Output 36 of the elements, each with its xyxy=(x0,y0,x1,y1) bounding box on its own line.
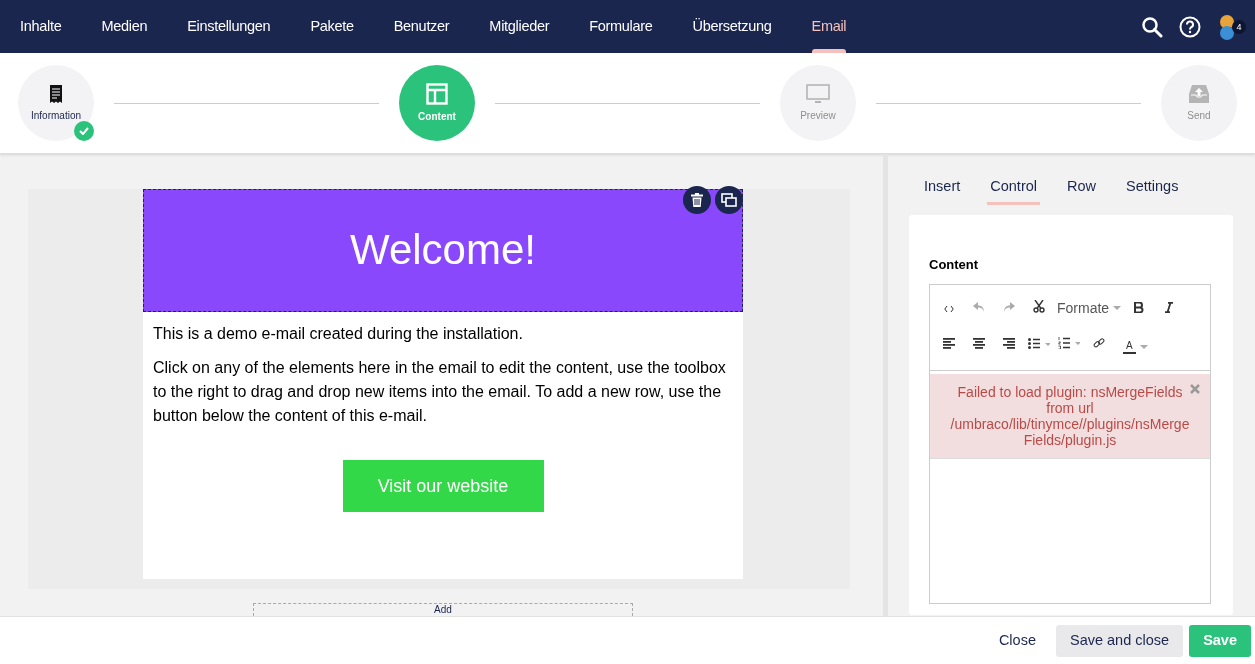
panel-tab[interactable]: Insert xyxy=(921,172,964,205)
nav-tab[interactable]: Einstellungen xyxy=(167,0,291,53)
nav-tab[interactable]: Pakete xyxy=(290,0,374,53)
panel-tab[interactable]: Settings xyxy=(1123,172,1182,205)
nav-tab[interactable]: Medien xyxy=(81,0,168,53)
text-color-button[interactable]: A xyxy=(1120,329,1151,364)
inbox-upload-icon xyxy=(1188,83,1210,104)
nav-tab[interactable]: Mitglieder xyxy=(469,0,570,53)
wizard-step[interactable]: Information xyxy=(18,65,94,141)
format-dropdown[interactable]: Formate xyxy=(1054,291,1125,326)
copy-icon[interactable] xyxy=(715,186,743,214)
paragraph: This is a demo e-mail created during the installation. xyxy=(153,324,524,344)
layout-icon xyxy=(426,82,448,105)
email-heading: Welcome! xyxy=(350,225,536,276)
panel-tab[interactable]: Control xyxy=(987,172,1040,205)
nav-tab[interactable]: Formulare xyxy=(569,0,673,53)
delete-icon[interactable] xyxy=(683,186,711,214)
document-icon xyxy=(49,83,63,104)
rich-text-editor[interactable]: Formate A Failed to load plugin: nsMergeFields from url /umbraco/lib/tinymce//plugins/nsMergeFields/plugin.js xyxy=(929,284,1211,605)
header-banner[interactable]: Welcome! xyxy=(143,189,743,312)
nav-tab[interactable]: Inhalte xyxy=(0,0,82,53)
help-icon[interactable] xyxy=(1179,15,1201,38)
nav-tab[interactable]: Email xyxy=(791,0,867,53)
search-icon[interactable] xyxy=(1141,15,1163,38)
notification-badge: 4 xyxy=(1232,19,1246,34)
panel-tab[interactable]: Row xyxy=(1064,172,1100,205)
nav-tab[interactable]: Übersetzung xyxy=(672,0,792,53)
save-and-close-button[interactable]: Save and close xyxy=(1055,624,1184,657)
field-label: Content xyxy=(929,255,980,274)
monitor-icon xyxy=(806,83,830,104)
user-avatar[interactable] xyxy=(1217,13,1237,40)
paragraph: Click on any of the elements here in the email to edit the content, use the toolbox to the right to drag and drop new items into the email. To add a new row, use the button below the content of this e-mail. xyxy=(153,358,727,426)
nav-tab[interactable]: Benutzer xyxy=(373,0,470,53)
close-button[interactable]: Close xyxy=(984,624,1050,657)
check-icon xyxy=(74,121,94,141)
error-message: Failed to load plugin: nsMergeFields from url /umbraco/lib/tinymce//plugins/nsMergeFields/plugin.js xyxy=(930,373,1210,459)
